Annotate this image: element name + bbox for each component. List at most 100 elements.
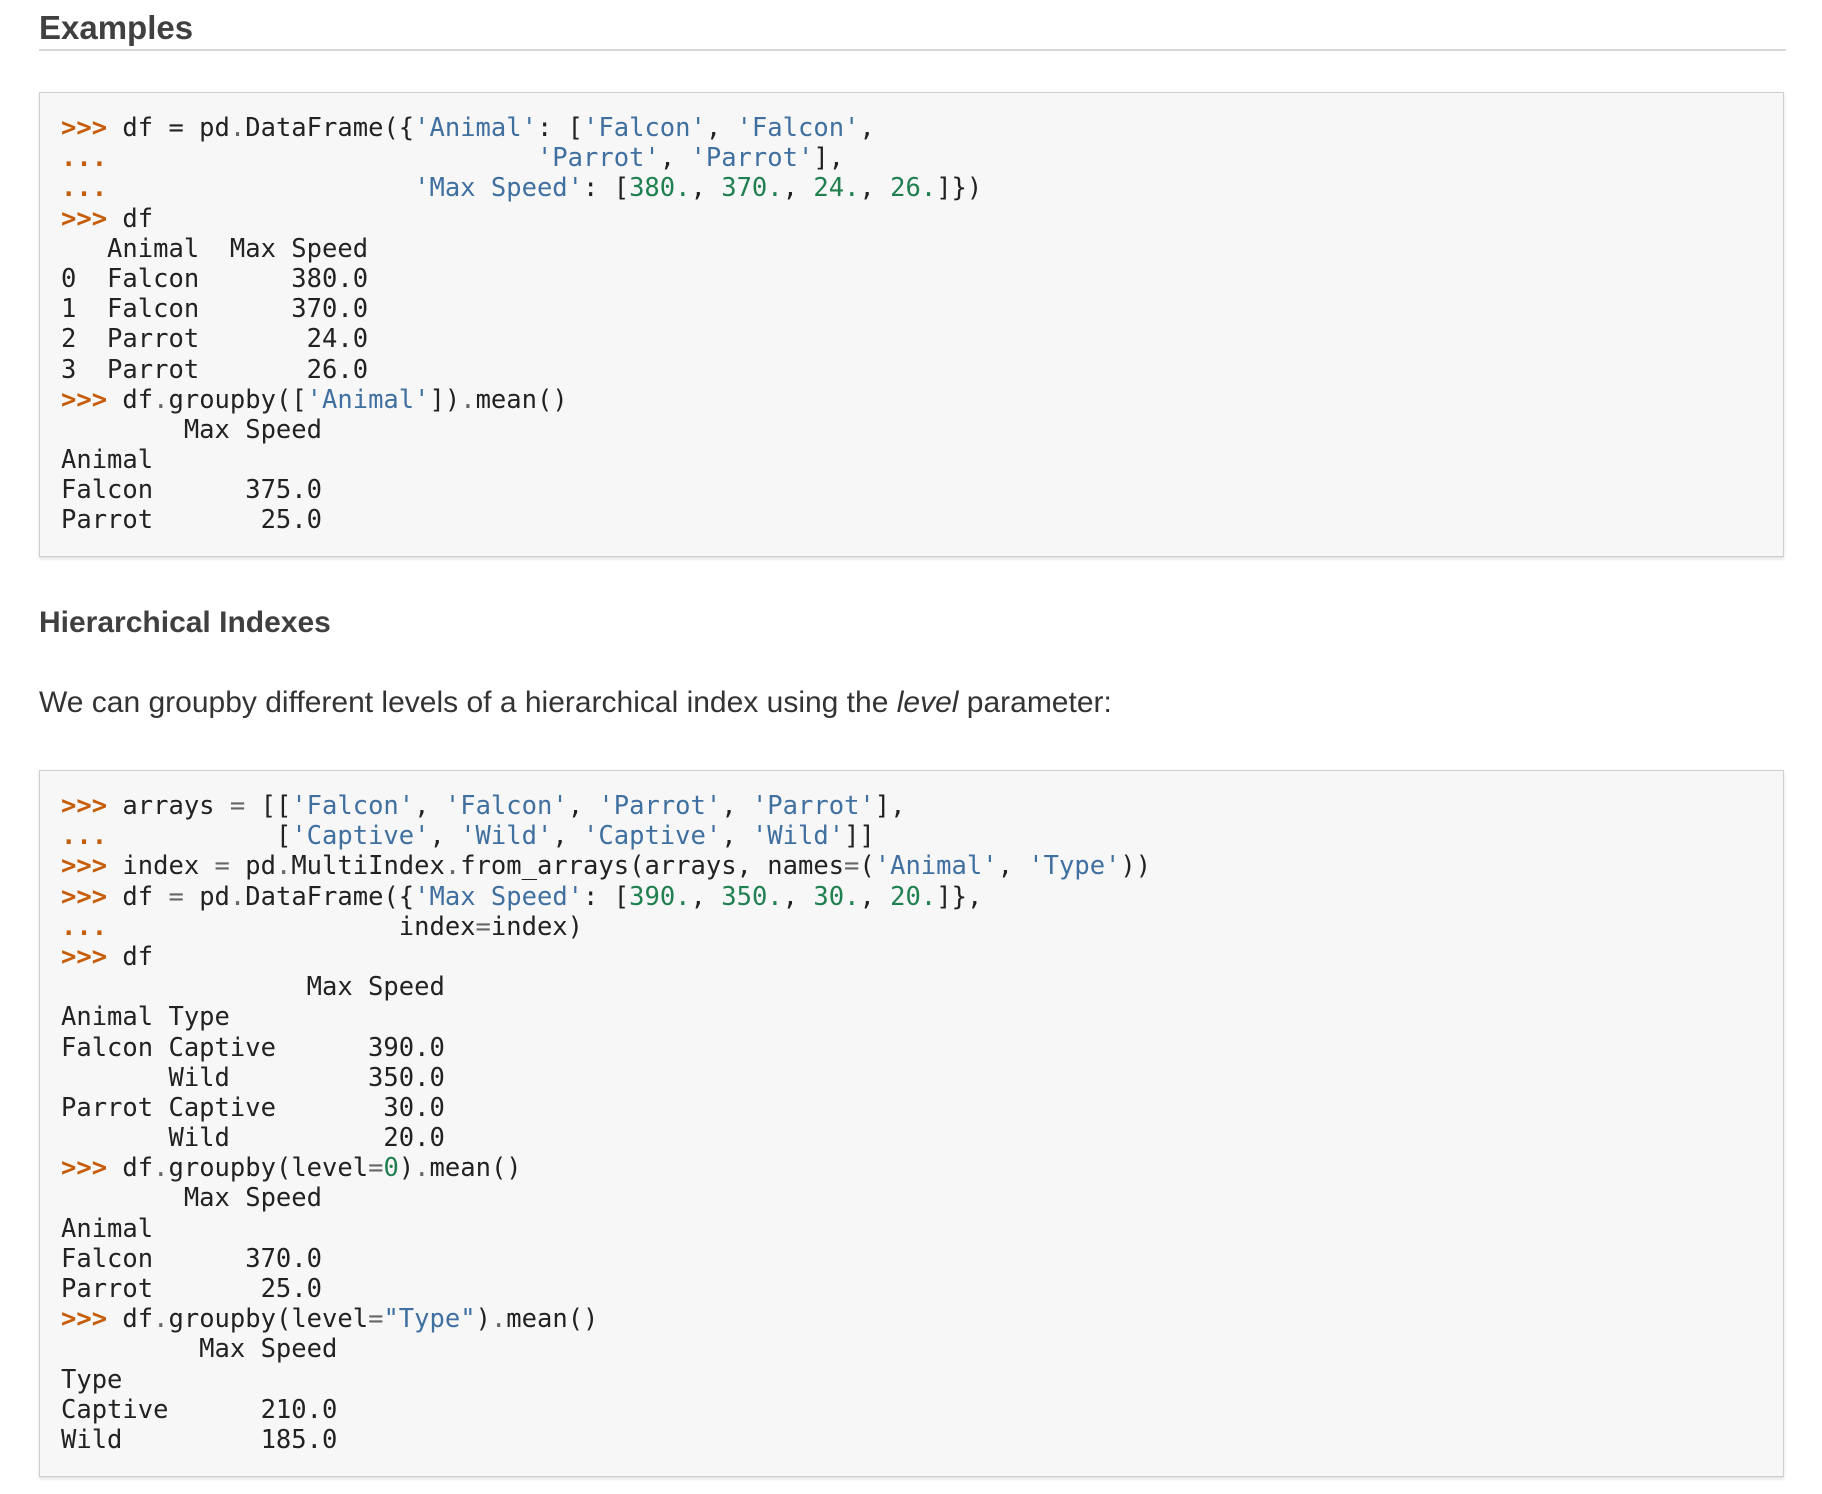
code-text: Falcon Captive 390.0 (61, 1032, 445, 1063)
operator-token: = (368, 1304, 384, 1335)
number-literal: 390. (629, 881, 691, 912)
paragraph-text-before: We can groupby different levels of a hie… (39, 686, 897, 719)
paragraph-text-after: parameter: (958, 686, 1112, 719)
prompt-token: ... (61, 173, 123, 204)
code-line: Falcon 370.0 (61, 1244, 1783, 1274)
code-line: Falcon 375.0 (61, 475, 1783, 505)
code-block-groupby-columns: >>> df = pd.DataFrame({'Animal': ['Falco… (39, 92, 1784, 557)
string-literal: 'Max Speed' (414, 881, 584, 912)
code-text: Animal (61, 1213, 154, 1244)
code-text: df (122, 941, 154, 972)
code-text: Parrot 25.0 (61, 505, 322, 536)
code-line: ... 'Max Speed': [380., 370., 24., 26.]}… (61, 173, 1783, 203)
code-line: Animal Max Speed (61, 234, 1783, 264)
code-text: groupby([ (168, 384, 307, 415)
number-literal: 370. (721, 173, 783, 204)
code-text: [[ (245, 791, 292, 821)
string-literal: 'Parrot' (536, 143, 660, 174)
code-text: Type (61, 1364, 123, 1395)
code-line: Max Speed (61, 972, 1783, 1002)
code-line: 0 Falcon 380.0 (61, 264, 1783, 294)
prompt-token: ... (61, 143, 123, 174)
number-literal: 20. (890, 881, 937, 912)
code-text: , (552, 821, 584, 852)
code-line: ... ['Captive', 'Wild', 'Captive', 'Wild… (61, 821, 1783, 851)
code-text: index (122, 851, 215, 882)
code-text: ) (475, 1304, 491, 1335)
code-line: >>> df.groupby(level="Type").mean() (61, 1304, 1783, 1334)
operator-token: = (475, 911, 491, 942)
code-text: df (122, 1153, 154, 1184)
prompt-token: >>> (61, 384, 123, 415)
code-text: , (690, 173, 722, 204)
code-text: mean() (506, 1304, 599, 1335)
code-line: Captive 210.0 (61, 1395, 1783, 1425)
code-text: Wild 185.0 (61, 1424, 338, 1455)
code-line: >>> df = pd.DataFrame({'Max Speed': [390… (61, 882, 1783, 912)
operator-token: . (275, 851, 292, 882)
code-text: , (782, 173, 814, 204)
code-text: Max Speed (61, 972, 445, 1003)
string-literal: "Type" (383, 1304, 476, 1335)
code-line: ... 'Parrot', 'Parrot'], (61, 143, 1783, 173)
code-text: 3 Parrot 26.0 (61, 354, 369, 385)
code-text: Captive 210.0 (61, 1394, 338, 1425)
code-line: 3 Parrot 26.0 (61, 355, 1783, 385)
code-text: Parrot 25.0 (61, 1274, 322, 1304)
code-text: ]] (844, 821, 875, 852)
code-text: ( (859, 851, 875, 882)
operator-token: = (214, 851, 230, 882)
code-text: Wild 350.0 (61, 1062, 445, 1093)
operator-token: . (229, 113, 246, 143)
code-text: : [ (536, 113, 584, 143)
code-line: >>> index = pd.MultiIndex.from_arrays(ar… (61, 851, 1783, 881)
code-line: ... index=index) (61, 912, 1783, 942)
code-text: DataFrame({ (245, 881, 415, 912)
code-text: df (122, 384, 154, 415)
code-text: ) (398, 1153, 415, 1184)
code-text: , (429, 821, 461, 852)
hierarchical-indexes-heading: Hierarchical Indexes (39, 606, 331, 639)
code-text: df (122, 881, 169, 912)
code-text: Max Speed (61, 1334, 338, 1365)
number-literal: 26. (890, 173, 937, 204)
code-line: 1 Falcon 370.0 (61, 294, 1783, 324)
prompt-token: ... (61, 821, 123, 852)
code-text: , (659, 143, 691, 174)
code-text: : [ (583, 173, 630, 204)
code-line: 2 Parrot 24.0 (61, 324, 1783, 354)
code-text: arrays (122, 791, 230, 821)
code-line: >>> df.groupby(level=0).mean() (61, 1153, 1783, 1183)
string-literal: 'Captive' (583, 821, 722, 852)
code-line: Animal Type (61, 1002, 1783, 1032)
code-text: groupby(level (168, 1304, 369, 1335)
examples-heading: Examples (39, 0, 1786, 51)
code-text: groupby(level (168, 1153, 369, 1184)
code-text: Falcon 375.0 (61, 475, 322, 506)
operator-token: = (168, 881, 184, 912)
documentation-page: Examples >>> df = pd.DataFrame({'Animal'… (39, 0, 1786, 1477)
code-text: , (859, 113, 875, 143)
code-text: 0 Falcon 380.0 (61, 263, 369, 294)
operator-token: . (153, 384, 169, 415)
code-line: >>> df.groupby(['Animal']).mean() (61, 385, 1783, 415)
code-text: , (705, 113, 737, 143)
string-literal: 'Wild' (460, 821, 553, 852)
code-text: mean() (429, 1153, 522, 1184)
code-text: , (414, 791, 445, 821)
string-literal: 'Parrot' (690, 143, 814, 174)
string-literal: 'Falcon' (736, 113, 860, 143)
number-literal: 30. (813, 881, 860, 912)
prompt-token: >>> (61, 203, 123, 234)
string-literal: 'Falcon' (583, 113, 706, 143)
code-text: df (122, 1304, 154, 1335)
prompt-token: >>> (61, 851, 123, 882)
code-text: , (690, 881, 722, 912)
code-line: Max Speed (61, 1183, 1783, 1213)
number-literal: 350. (721, 881, 783, 912)
description-paragraph: We can groupby different levels of a hie… (39, 684, 1112, 722)
string-literal: 'Animal' (414, 113, 537, 143)
operator-token: . (460, 384, 476, 415)
code-text: pd (229, 851, 276, 882)
